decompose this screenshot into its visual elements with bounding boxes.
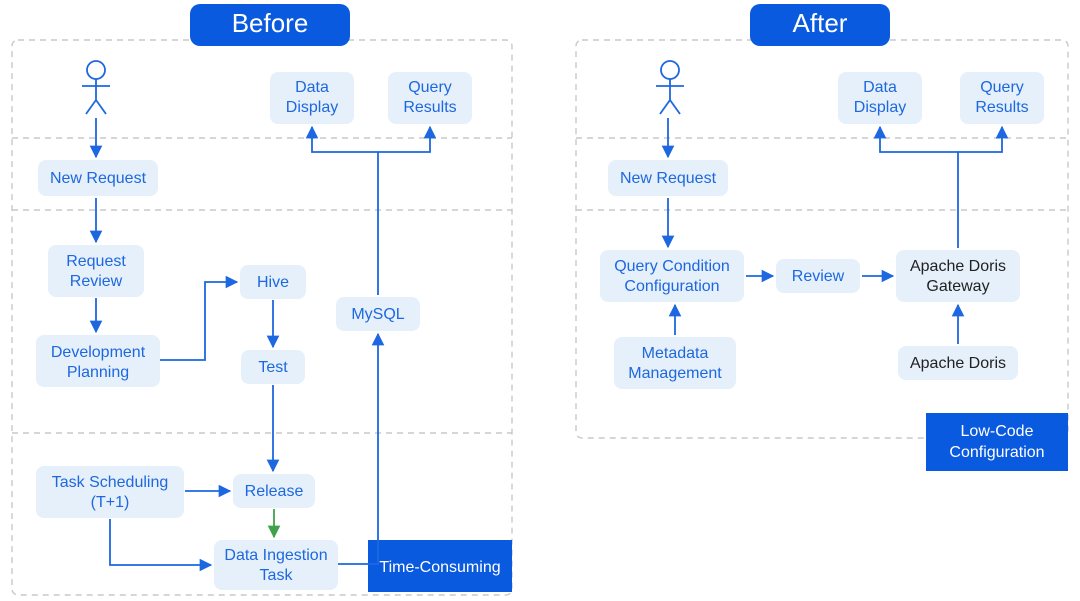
before-request-review: Request Review — [48, 245, 144, 297]
before-panel: Before Data Display Query Results New Re… — [12, 4, 512, 595]
svg-text:Management: Management — [628, 365, 722, 382]
user-icon — [656, 61, 684, 114]
svg-text:Request: Request — [66, 253, 126, 270]
before-mysql: MySQL — [336, 297, 420, 331]
svg-text:Test: Test — [258, 359, 288, 376]
before-data-display: Data Display — [270, 72, 354, 124]
after-new-request: New Request — [608, 160, 728, 196]
before-hive: Hive — [240, 265, 306, 299]
after-metadata-mgmt: Metadata Management — [614, 337, 736, 389]
before-query-results: Query Results — [388, 72, 472, 124]
svg-text:Review: Review — [792, 268, 845, 285]
after-doris-gateway: Apache Doris Gateway — [896, 250, 1020, 302]
svg-text:Low-Code: Low-Code — [961, 423, 1034, 440]
svg-text:Query Condition: Query Condition — [614, 258, 730, 275]
after-apache-doris: Apache Doris — [898, 346, 1018, 380]
svg-text:Data: Data — [295, 79, 329, 96]
svg-text:Task: Task — [260, 567, 294, 584]
svg-text:New Request: New Request — [50, 170, 147, 187]
svg-text:Query: Query — [408, 79, 452, 96]
svg-text:Development: Development — [51, 344, 146, 361]
svg-text:Review: Review — [70, 273, 123, 290]
svg-text:Query: Query — [980, 79, 1024, 96]
after-header: After — [750, 4, 890, 46]
svg-text:Configuration: Configuration — [949, 444, 1044, 461]
before-task-scheduling: Task Scheduling (T+1) — [36, 466, 184, 518]
after-query-condition: Query Condition Configuration — [600, 250, 744, 302]
svg-text:Configuration: Configuration — [624, 278, 719, 295]
svg-text:Display: Display — [854, 99, 906, 116]
svg-text:Results: Results — [403, 99, 456, 116]
after-data-display: Data Display — [838, 72, 922, 124]
before-header: Before — [190, 4, 350, 46]
svg-text:Time-Consuming: Time-Consuming — [379, 559, 500, 576]
before-dev-planning: Development Planning — [36, 335, 160, 387]
svg-text:Release: Release — [245, 483, 304, 500]
before-data-ingestion: Data Ingestion Task — [214, 540, 338, 590]
after-panel: After Data Display Query Results New Req… — [576, 4, 1068, 471]
svg-text:Metadata: Metadata — [642, 345, 709, 362]
svg-text:(T+1): (T+1) — [91, 494, 130, 511]
after-edges — [668, 118, 1002, 344]
svg-text:After: After — [793, 8, 848, 38]
svg-text:Task Scheduling: Task Scheduling — [52, 474, 169, 491]
before-badge: Time-Consuming — [368, 540, 512, 592]
svg-text:Apache Doris: Apache Doris — [910, 258, 1006, 275]
svg-text:New Request: New Request — [620, 170, 717, 187]
before-new-request: New Request — [38, 160, 158, 196]
svg-text:Before: Before — [232, 8, 309, 38]
after-badge: Low-Code Configuration — [926, 413, 1068, 471]
svg-text:Planning: Planning — [67, 364, 129, 381]
before-test: Test — [241, 350, 305, 384]
svg-text:Data: Data — [863, 79, 897, 96]
user-icon — [82, 61, 110, 114]
after-review: Review — [776, 259, 860, 293]
svg-text:Display: Display — [286, 99, 338, 116]
svg-text:Data Ingestion: Data Ingestion — [224, 547, 327, 564]
svg-text:MySQL: MySQL — [351, 306, 404, 323]
before-release: Release — [233, 474, 315, 508]
svg-text:Results: Results — [975, 99, 1028, 116]
after-query-results: Query Results — [960, 72, 1044, 124]
svg-text:Gateway: Gateway — [926, 278, 989, 295]
svg-text:Apache Doris: Apache Doris — [910, 355, 1006, 372]
svg-text:Hive: Hive — [257, 274, 289, 291]
